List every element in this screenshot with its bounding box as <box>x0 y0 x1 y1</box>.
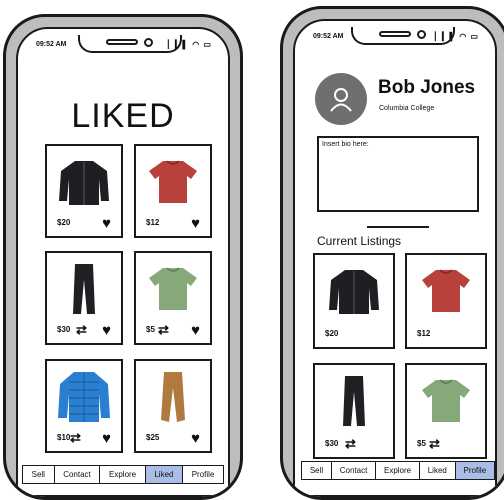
tab-sell[interactable]: Sell <box>23 466 55 483</box>
jacket-icon <box>56 154 112 210</box>
tshirt-green-icon <box>145 261 201 317</box>
status-time: 09:52 AM <box>313 33 344 40</box>
listings-title: Current Listings <box>317 234 402 248</box>
pants-khaki-icon <box>145 369 201 425</box>
phone-liked: 09:52 AM ▏▎▌ ◠ ▭ LIKED $20 ♥ $12 ♥ $30 ⇄… <box>3 14 243 500</box>
liked-item-card[interactable]: $12 ♥ <box>134 144 212 238</box>
listing-card[interactable]: $5 ⇄ <box>405 363 487 459</box>
heart-icon[interactable]: ♥ <box>102 431 111 446</box>
heart-icon[interactable]: ♥ <box>102 323 111 338</box>
item-price: $5 <box>146 325 155 334</box>
liked-screen: 09:52 AM ▏▎▌ ◠ ▭ LIKED $20 ♥ $12 ♥ $30 ⇄… <box>16 27 230 497</box>
bottom-tab-bar: Sell Contact Explore Liked Profile <box>22 465 224 484</box>
liked-item-card[interactable]: $10 ⇄ ♥ <box>45 359 123 453</box>
item-price: $30 <box>57 325 71 334</box>
item-price: $5 <box>417 439 426 448</box>
side-button <box>3 107 5 131</box>
bio-placeholder: Insert bio here: <box>322 141 369 148</box>
bio-input[interactable]: Insert bio here: <box>317 136 479 212</box>
swap-icon: ⇄ <box>429 436 440 451</box>
status-bar: 09:52 AM ▏▎▌ ◠ ▭ <box>295 27 495 47</box>
tab-liked[interactable]: Liked <box>145 466 184 483</box>
status-bar: 09:52 AM ▏▎▌ ◠ ▭ <box>18 35 228 55</box>
divider <box>367 226 429 228</box>
profile-name: Bob Jones <box>378 77 476 98</box>
item-price: $10 <box>57 433 71 442</box>
listing-card[interactable]: $12 <box>405 253 487 349</box>
tshirt-red-icon <box>418 263 474 319</box>
tab-explore[interactable]: Explore <box>376 462 420 479</box>
bottom-tab-bar: Sell Contact Explore Liked Profile <box>301 461 495 480</box>
liked-item-card[interactable]: $5 ⇄ ♥ <box>134 251 212 345</box>
heart-icon[interactable]: ♥ <box>191 323 200 338</box>
swap-icon: ⇄ <box>158 322 169 337</box>
puffer-jacket-icon <box>56 369 112 425</box>
tshirt-green-icon <box>418 373 474 429</box>
item-price: $25 <box>146 433 160 442</box>
listing-card[interactable]: $30 ⇄ <box>313 363 395 459</box>
tab-contact[interactable]: Contact <box>55 466 101 483</box>
swap-icon: ⇄ <box>76 322 87 337</box>
tab-sell[interactable]: Sell <box>302 462 332 479</box>
item-price: $12 <box>417 329 431 338</box>
phone-profile: 09:52 AM ▏▎▌ ◠ ▭ Bob Jones Columbia Coll… <box>280 6 504 500</box>
status-icons: ▏▎▌ ◠ ▭ <box>168 40 212 49</box>
liked-item-card[interactable]: $30 ⇄ ♥ <box>45 251 123 345</box>
listing-card[interactable]: $20 <box>313 253 395 349</box>
liked-item-card[interactable]: $20 ♥ <box>45 144 123 238</box>
page-title: LIKED <box>71 97 175 135</box>
tab-profile[interactable]: Profile <box>455 462 494 479</box>
item-price: $30 <box>325 439 339 448</box>
liked-item-card[interactable]: $25 ♥ <box>134 359 212 453</box>
side-button <box>3 142 5 176</box>
tab-profile[interactable]: Profile <box>183 466 223 483</box>
heart-icon[interactable]: ♥ <box>191 431 200 446</box>
swap-icon: ⇄ <box>70 430 81 445</box>
tab-explore[interactable]: Explore <box>100 466 146 483</box>
status-time: 09:52 AM <box>36 41 67 48</box>
item-price: $20 <box>325 329 339 338</box>
item-price: $12 <box>146 218 160 227</box>
item-price: $20 <box>57 218 71 227</box>
heart-icon[interactable]: ♥ <box>191 216 200 231</box>
swap-icon: ⇄ <box>345 436 356 451</box>
pants-black-icon <box>326 373 382 429</box>
status-icons: ▏▎▌ ◠ ▭ <box>435 32 479 41</box>
pants-black-icon <box>56 261 112 317</box>
tab-liked[interactable]: Liked <box>420 462 456 479</box>
heart-icon[interactable]: ♥ <box>102 216 111 231</box>
profile-school: Columbia College <box>379 105 435 112</box>
profile-screen: 09:52 AM ▏▎▌ ◠ ▭ Bob Jones Columbia Coll… <box>293 19 497 497</box>
user-icon <box>330 88 352 112</box>
avatar[interactable] <box>315 73 367 125</box>
jacket-icon <box>326 263 382 319</box>
tab-contact[interactable]: Contact <box>332 462 377 479</box>
tshirt-red-icon <box>145 154 201 210</box>
